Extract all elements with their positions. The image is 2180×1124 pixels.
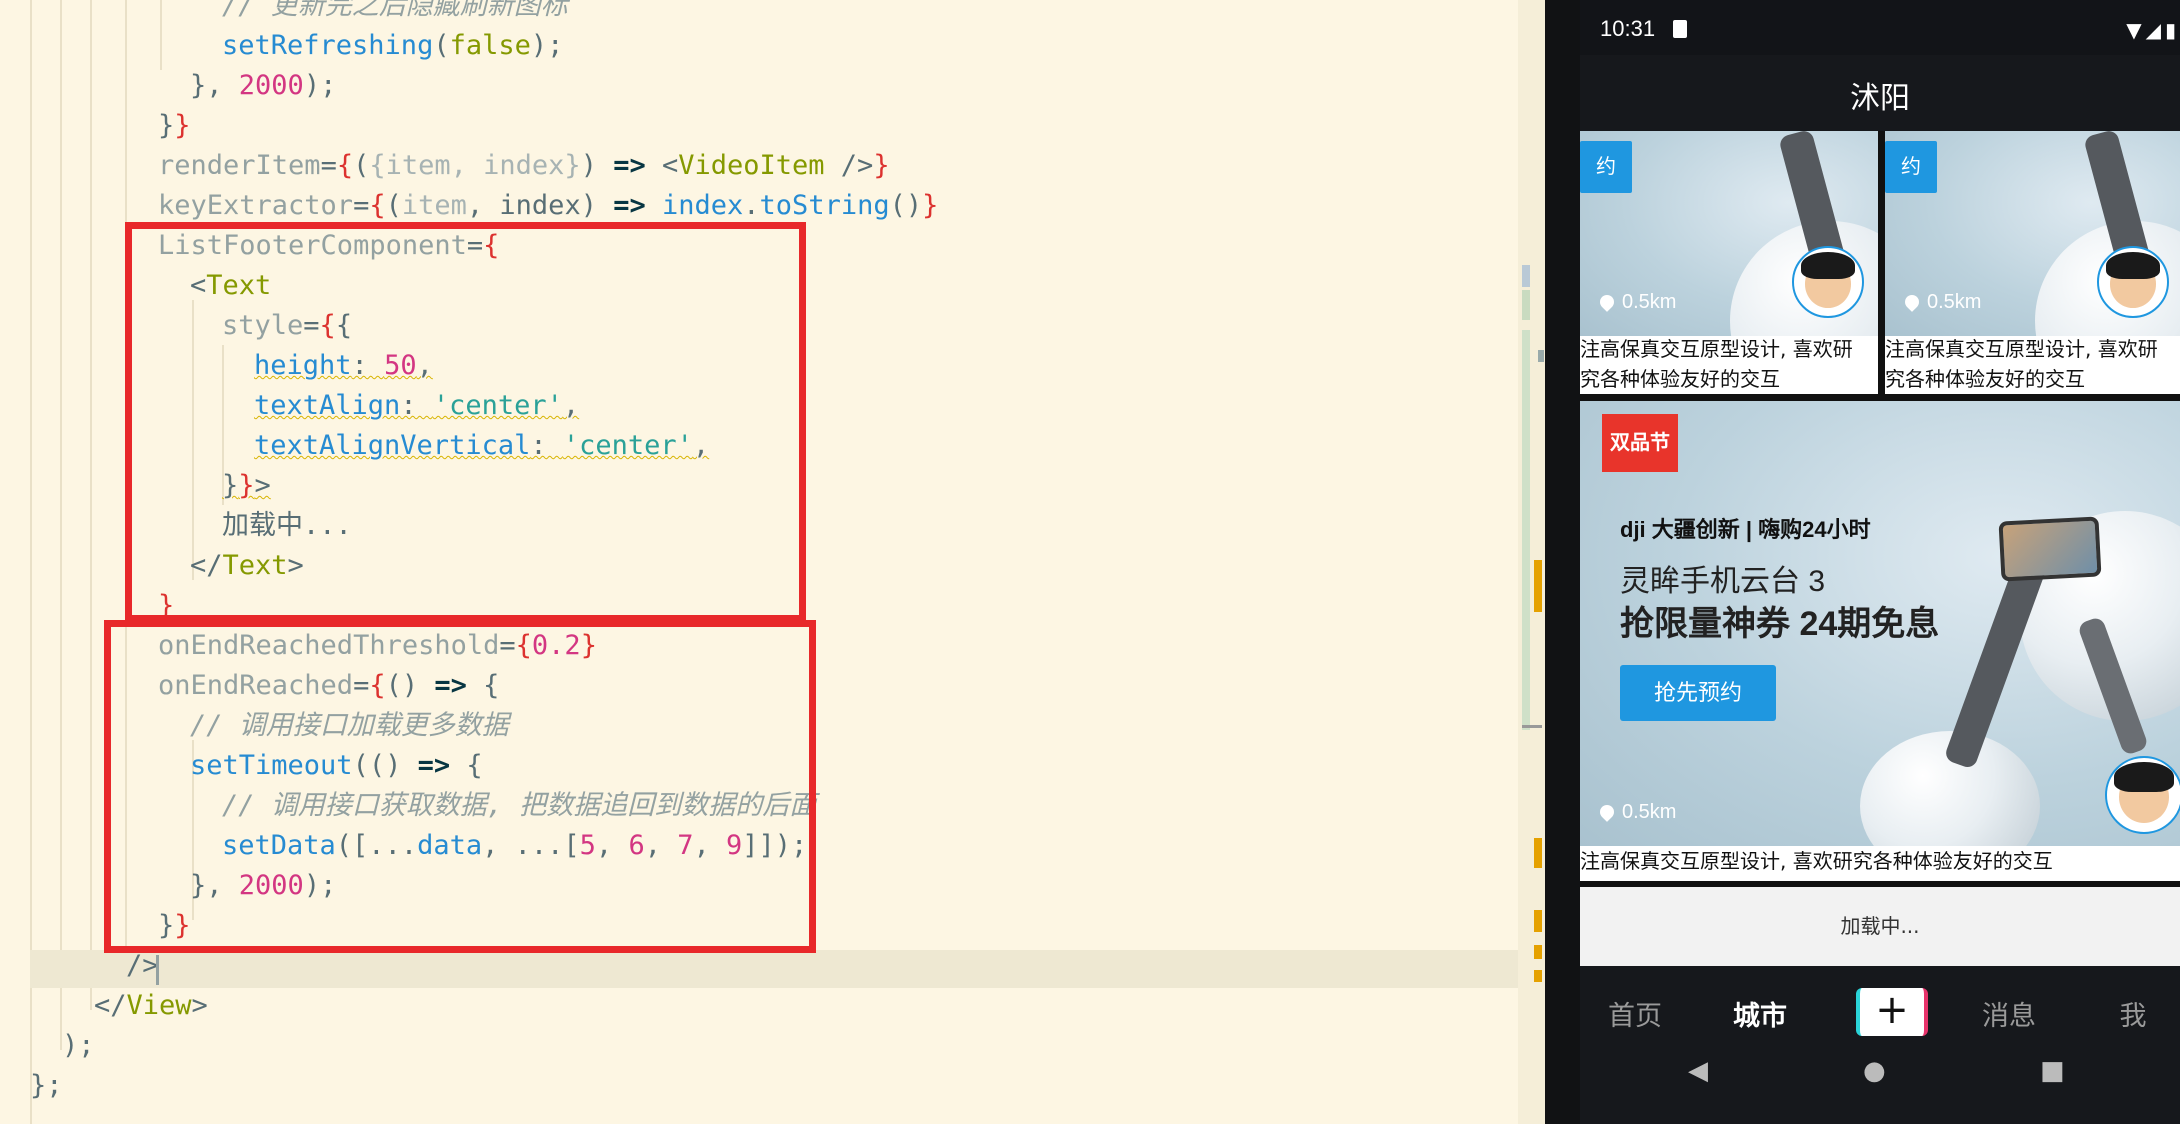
- card-divider: [1878, 131, 1885, 394]
- tab-me[interactable]: 我: [2088, 994, 2178, 1033]
- indent-guide: [160, 0, 162, 70]
- code-editor[interactable]: // 更新完之后隐藏刷新图标 setRefreshing(false); }, 20…: [0, 0, 1545, 1124]
- minimap-mark: [1534, 970, 1542, 982]
- highlight-box-on-end-reached: [104, 620, 816, 953]
- code-line: };: [30, 1070, 63, 1101]
- avatar[interactable]: [2097, 246, 2169, 318]
- avatar[interactable]: [2105, 756, 2180, 834]
- card-badge: 约: [1580, 141, 1632, 193]
- code-line: renderItem={({item, index}) => <VideoIte…: [158, 150, 890, 181]
- recent-apps-icon[interactable]: ■: [2040, 1056, 2065, 1086]
- tab-home[interactable]: 首页: [1590, 994, 1680, 1033]
- indent-guide: [90, 0, 92, 1010]
- minimap-mark: [1538, 350, 1544, 362]
- screen: // 更新完之后隐藏刷新图标 setRefreshing(false); }, 20…: [0, 0, 2180, 1124]
- card-thumbnail: 约 0.5km: [1580, 131, 1878, 336]
- code-line: // 更新完之后隐藏刷新图标: [222, 0, 568, 21]
- phone-image: [1998, 516, 2102, 582]
- phone-screen: 10:31 ▼◢▮ 沭阳 约 0.5km 注高保真交互原型设计, 喜欢研 究各种…: [1580, 0, 2180, 1124]
- card-thumbnail: 约 0.5km: [1885, 131, 2180, 336]
- video-card[interactable]: 约 0.5km 注高保真交互原型设计, 喜欢研 究各种体验友好的交互: [1580, 131, 1878, 394]
- minimap-mark: [1522, 330, 1530, 730]
- minimap-mark: [1522, 265, 1530, 287]
- ad-tag: 双品节: [1602, 414, 1678, 472]
- card-description: 注高保真交互原型设计, 喜欢研: [1580, 337, 1853, 361]
- ad-subheadline: 抢限量神券 24期免息: [1620, 605, 1940, 643]
- video-card[interactable]: 约 0.5km 注高保真交互原型设计, 喜欢研 究各种体验友好的交互: [1885, 131, 2180, 394]
- page-title: 沭阳: [1850, 82, 1910, 115]
- ad-thumbnail: 双品节 dji 大疆创新 | 嗨购24小时 灵眸手机云台 3 抢限量神券 24期…: [1580, 401, 2180, 846]
- minimap-mark: [1534, 945, 1542, 959]
- minimap-mark: [1534, 838, 1542, 868]
- distance-label: 0.5km: [1597, 291, 1676, 314]
- code-line: }, 2000);: [190, 70, 337, 101]
- editor-scrollbar[interactable]: [1518, 0, 1545, 1124]
- tab-messages[interactable]: 消息: [1964, 994, 2054, 1033]
- current-line-highlight: [30, 950, 1530, 988]
- tab-city[interactable]: 城市: [1715, 994, 1805, 1033]
- home-nav-icon[interactable]: ●: [1863, 1056, 1886, 1086]
- minimap-mark: [1534, 560, 1542, 612]
- back-nav-icon[interactable]: ◀: [1688, 1056, 1708, 1086]
- minimap-mark: [1534, 910, 1542, 932]
- ad-headline: 灵眸手机云台 3: [1620, 565, 1826, 598]
- card-badge: 约: [1885, 141, 1937, 193]
- signal-battery-icons: ▼◢▮: [2126, 18, 2180, 42]
- app-header: 沭阳: [1580, 55, 2180, 131]
- code-line: }}: [158, 110, 191, 141]
- location-pin-icon: [1902, 292, 1922, 312]
- highlight-box-list-footer: [125, 222, 806, 622]
- card-divider: [1580, 394, 2180, 401]
- code-line: keyExtractor={(item, index) => index.toS…: [158, 190, 939, 221]
- ad-preorder-button[interactable]: 抢先预约: [1620, 665, 1776, 721]
- indent-guide: [60, 0, 62, 1050]
- card-description: 注高保真交互原型设计, 喜欢研: [1885, 337, 2158, 361]
- status-bar: 10:31 ▼◢▮: [1580, 12, 2180, 52]
- sd-card-icon: [1673, 20, 1687, 38]
- code-line: setRefreshing(false);: [222, 30, 564, 61]
- ad-brand: dji 大疆创新 | 嗨购24小时: [1620, 517, 1871, 542]
- card-description: 注高保真交互原型设计, 喜欢研究各种体验友好的交互: [1580, 849, 2053, 873]
- card-description: 究各种体验友好的交互: [1580, 367, 1780, 391]
- location-pin-icon: [1597, 802, 1617, 822]
- minimap-mark: [1522, 290, 1530, 320]
- add-video-button[interactable]: +: [1856, 988, 1928, 1036]
- bottom-tab-bar: 首页 城市 + 消息 我 ◀ ● ■: [1580, 966, 2180, 1124]
- ad-video-card[interactable]: 双品节 dji 大疆创新 | 嗨购24小时 灵眸手机云台 3 抢限量神券 24期…: [1580, 401, 2180, 881]
- distance-label: 0.5km: [1597, 801, 1676, 824]
- avatar[interactable]: [1792, 246, 1864, 318]
- code-line: </View>: [94, 990, 208, 1021]
- code-line: );: [62, 1030, 95, 1061]
- distance-label: 0.5km: [1902, 291, 1981, 314]
- location-pin-icon: [1597, 292, 1617, 312]
- card-description: 究各种体验友好的交互: [1885, 367, 2085, 391]
- phone-emulator: 10:31 ▼◢▮ 沭阳 约 0.5km 注高保真交互原型设计, 喜欢研 究各种…: [1545, 0, 2180, 1124]
- video-feed-list[interactable]: 约 0.5km 注高保真交互原型设计, 喜欢研 究各种体验友好的交互 约 0.5…: [1580, 131, 2180, 966]
- list-footer-loading: 加载中...: [1580, 887, 2180, 966]
- status-time: 10:31: [1600, 16, 1656, 41]
- text-cursor: [156, 955, 159, 985]
- minimap-mark: [1522, 725, 1542, 728]
